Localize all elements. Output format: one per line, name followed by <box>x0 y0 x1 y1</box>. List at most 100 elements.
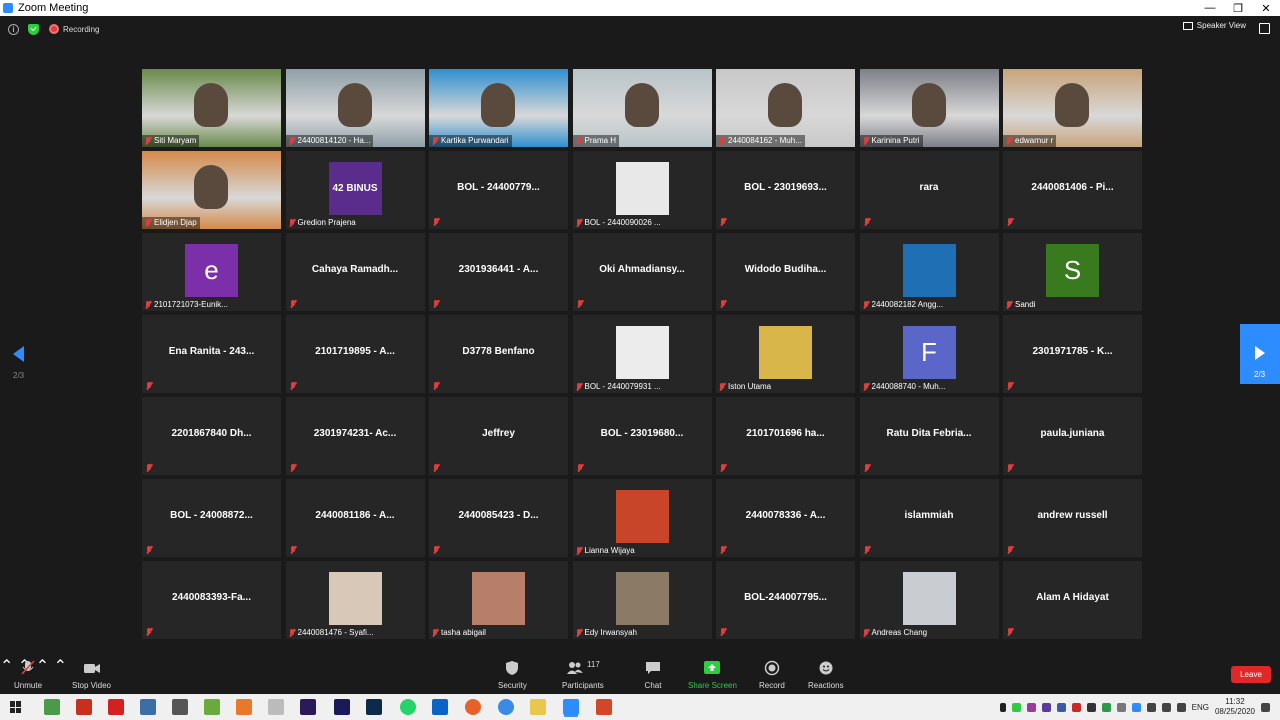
leave-button[interactable]: Leave <box>1231 666 1271 683</box>
participant-tile[interactable]: 2440081406 - Pi... <box>1003 151 1142 229</box>
participant-tile[interactable]: 2440081476 - Syafi... <box>285 561 425 639</box>
participant-tile[interactable]: BOL - 23019680... <box>572 397 712 475</box>
tray-notifications-icon[interactable] <box>1261 702 1270 712</box>
participant-tile[interactable]: Jeffrey <box>429 397 568 475</box>
taskbar-app-game-icon[interactable] <box>204 699 220 715</box>
participant-tile[interactable]: 2440082182 Angg... <box>859 233 999 311</box>
taskbar-app-calculator-icon[interactable] <box>140 699 156 715</box>
previous-page-arrow-icon[interactable] <box>13 346 24 362</box>
participant-tile[interactable]: 2301971785 - K... <box>1003 315 1142 393</box>
unmute-button[interactable]: Unmute <box>14 660 42 690</box>
participant-tile[interactable]: BOL-244007795... <box>716 561 855 639</box>
tray-network-icon[interactable] <box>1116 702 1126 712</box>
tray-outlook-icon[interactable] <box>1056 702 1066 712</box>
participant-tile[interactable]: Ena Ranita - 243... <box>142 315 281 393</box>
tray-teams-icon[interactable] <box>1026 702 1036 712</box>
share-options-caret-icon[interactable]: ⌃ <box>54 658 67 675</box>
taskbar-app-photoshop-icon[interactable] <box>366 699 382 715</box>
participant-tile[interactable]: Siti Maryam <box>142 69 281 147</box>
participant-tile[interactable]: Edy Irwansyah <box>572 561 712 639</box>
taskbar-app-media-encoder-icon[interactable] <box>300 699 316 715</box>
tray-onenote-icon[interactable] <box>1041 702 1051 712</box>
participant-tile[interactable]: 2440083393-Fa... <box>142 561 281 639</box>
participant-tile[interactable]: paula.juniana <box>1003 397 1142 475</box>
participant-tile[interactable]: 2201867840 Dh... <box>142 397 281 475</box>
participant-tile[interactable]: edwarnur r <box>1003 69 1142 147</box>
participant-tile[interactable]: 2301974231- Ac... <box>285 397 425 475</box>
taskbar-app-tool-icon[interactable] <box>236 699 252 715</box>
participant-tile[interactable]: 2301936441 - A... <box>429 233 568 311</box>
encryption-shield-icon[interactable] <box>28 23 39 35</box>
participant-tile[interactable]: andrew russell <box>1003 479 1142 557</box>
taskbar-app-whatsapp-icon[interactable] <box>400 699 416 715</box>
participant-tile[interactable]: 2440084162 - Muh... <box>716 69 855 147</box>
next-page-button[interactable]: 2/3 <box>1240 324 1280 384</box>
taskbar-app-zoom-icon[interactable] <box>563 699 579 715</box>
tray-wifi-icon[interactable] <box>1161 702 1171 712</box>
participant-tile[interactable]: 2440085423 - D... <box>429 479 568 557</box>
taskbar-app-sei-icon[interactable] <box>172 699 188 715</box>
participant-tile[interactable]: 2101719895 - A... <box>285 315 425 393</box>
participant-tile[interactable]: BOL - 23019693... <box>716 151 855 229</box>
participant-tile[interactable]: Prama H <box>572 69 712 147</box>
tray-antivirus-icon[interactable] <box>1071 702 1081 712</box>
audio-options-caret-icon[interactable]: ⌃ <box>0 658 13 675</box>
participant-tile[interactable]: F 2440088740 - Muh... <box>859 315 999 393</box>
participant-tile[interactable]: e 2101721073-Eunik... <box>142 233 281 311</box>
participant-tile[interactable]: 2440081186 - A... <box>285 479 425 557</box>
tray-battery-icon[interactable] <box>1146 702 1156 712</box>
restore-button[interactable]: ❐ <box>1224 0 1252 16</box>
participant-tile[interactable]: Alam A Hidayat <box>1003 561 1142 639</box>
taskbar-app-outlook-icon[interactable] <box>432 699 448 715</box>
taskbar-app-explorer-icon[interactable] <box>530 699 546 715</box>
tray-microphone-icon[interactable] <box>999 702 1006 712</box>
participant-tile[interactable]: Elidjen Djap <box>142 151 281 229</box>
participant-tile[interactable]: BOL - 2440079931 ... <box>572 315 712 393</box>
tray-zoom-icon[interactable] <box>1131 702 1141 712</box>
participant-tile[interactable]: BOL - 2440090026 ... <box>572 151 712 229</box>
minimize-button[interactable]: — <box>1196 0 1224 16</box>
taskbar-app-maps-icon[interactable] <box>44 699 60 715</box>
participant-tile[interactable]: D3778 Benfano <box>429 315 568 393</box>
fullscreen-icon[interactable] <box>1259 23 1270 34</box>
participant-tile[interactable]: 24400814120 - Ha... <box>285 69 425 147</box>
participant-tile[interactable]: Cahaya Ramadh... <box>285 233 425 311</box>
participant-tile[interactable]: Lianna Wijaya <box>572 479 712 557</box>
participant-tile[interactable]: rara <box>859 151 999 229</box>
tray-display-icon[interactable] <box>1086 702 1096 712</box>
tray-language[interactable]: ENG <box>1192 703 1209 712</box>
participant-tile[interactable]: S Sandi <box>1003 233 1142 311</box>
share-screen-button[interactable]: Share Screen <box>688 660 737 690</box>
participant-tile[interactable]: Ratu Dita Febria... <box>859 397 999 475</box>
security-button[interactable]: Security <box>498 660 527 690</box>
reactions-button[interactable]: Reactions <box>808 660 844 690</box>
participant-tile[interactable]: 42 BINUS Gredion Prajena <box>285 151 425 229</box>
speaker-view-button[interactable]: Speaker View <box>1182 21 1246 30</box>
participant-tile[interactable]: BOL - 24008872... <box>142 479 281 557</box>
taskbar-app-dvd-icon[interactable] <box>76 699 92 715</box>
record-button[interactable]: Record <box>759 660 785 690</box>
taskbar-app-premiere-icon[interactable] <box>334 699 350 715</box>
participant-tile[interactable]: 2101701696 ha... <box>716 397 855 475</box>
chat-button[interactable]: Chat <box>644 660 662 690</box>
stop-video-button[interactable]: Stop Video <box>72 660 111 690</box>
tray-nvidia-icon[interactable] <box>1101 702 1111 712</box>
participant-tile[interactable]: Karinina Putri <box>859 69 999 147</box>
participant-tile[interactable]: BOL - 24400779... <box>429 151 568 229</box>
taskbar-app-chrome-icon[interactable] <box>498 699 514 715</box>
participant-tile[interactable]: Oki Ahmadiansy... <box>572 233 712 311</box>
tray-clock[interactable]: 11:32 08/25/2020 <box>1215 697 1255 717</box>
participant-tile[interactable]: tasha abigail <box>429 561 568 639</box>
participant-tile[interactable]: 2440078336 - A... <box>716 479 855 557</box>
participant-tile[interactable]: Widodo Budiha... <box>716 233 855 311</box>
windows-start-icon[interactable] <box>10 701 22 713</box>
participant-tile[interactable]: Kartika Purwandari <box>429 69 568 147</box>
taskbar-app-flash-icon[interactable] <box>108 699 124 715</box>
taskbar-app-powerpoint-icon[interactable] <box>596 699 612 715</box>
close-button[interactable]: ✕ <box>1252 0 1280 16</box>
participant-tile[interactable]: Andreas Chang <box>859 561 999 639</box>
tray-app-icon[interactable] <box>1011 702 1021 712</box>
tray-volume-icon[interactable] <box>1176 702 1186 712</box>
taskbar-app-firefox-icon[interactable] <box>465 699 481 715</box>
taskbar-app-mouse-icon[interactable] <box>268 699 284 715</box>
